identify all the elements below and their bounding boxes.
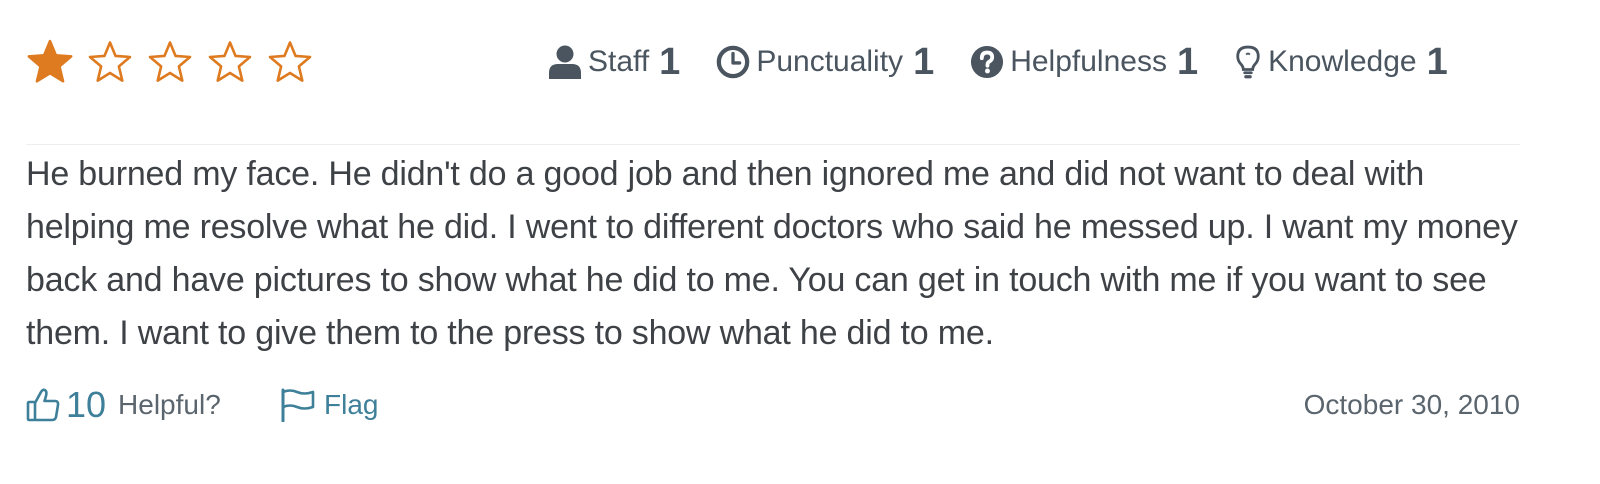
- thumbs-up-icon: [26, 388, 60, 422]
- category-staff: Staff 1: [548, 41, 680, 84]
- category-ratings: Staff 1 Punctuality 1 Helpfulness 1 Know…: [548, 34, 1448, 90]
- star-rating: [26, 38, 314, 86]
- review-text: He burned my face. He didn't do a good j…: [26, 155, 1518, 352]
- category-label: Helpfulness: [1010, 45, 1167, 78]
- star-empty-icon: [268, 41, 312, 82]
- user-icon: [549, 45, 581, 79]
- question-circle-icon: [971, 45, 1004, 79]
- category-label: Punctuality: [756, 45, 904, 78]
- helpful-count: 10: [66, 384, 107, 425]
- star-empty-icon: [88, 41, 132, 82]
- helpful-button[interactable]: 10 Helpful?: [26, 378, 221, 432]
- category-score: 1: [659, 40, 681, 83]
- flag-label: Flag: [324, 389, 379, 420]
- flag-button[interactable]: Flag: [280, 378, 378, 432]
- helpful-label: Helpful?: [118, 389, 221, 420]
- category-score: 1: [913, 40, 935, 83]
- category-label: Staff: [588, 45, 650, 78]
- clock-icon: [717, 45, 750, 79]
- category-helpfulness: Helpfulness 1: [970, 41, 1198, 84]
- review-card: Staff 1 Punctuality 1 Helpfulness 1 Know…: [0, 0, 1600, 484]
- star-filled-icon: [27, 39, 73, 83]
- category-score: 1: [1426, 40, 1448, 83]
- star-empty-icon: [208, 41, 252, 82]
- category-label: Knowledge: [1268, 45, 1417, 78]
- review-footer: 10 Helpful? Flag October 30, 2010: [26, 378, 1520, 432]
- category-knowledge: Knowledge 1: [1234, 41, 1448, 84]
- divider: [26, 144, 1520, 145]
- review-date: October 30, 2010: [1303, 389, 1520, 420]
- flag-icon: [281, 388, 315, 422]
- star-empty-icon: [148, 41, 192, 82]
- lightbulb-icon: [1236, 45, 1260, 79]
- category-score: 1: [1176, 40, 1199, 83]
- category-punctuality: Punctuality 1: [716, 41, 934, 84]
